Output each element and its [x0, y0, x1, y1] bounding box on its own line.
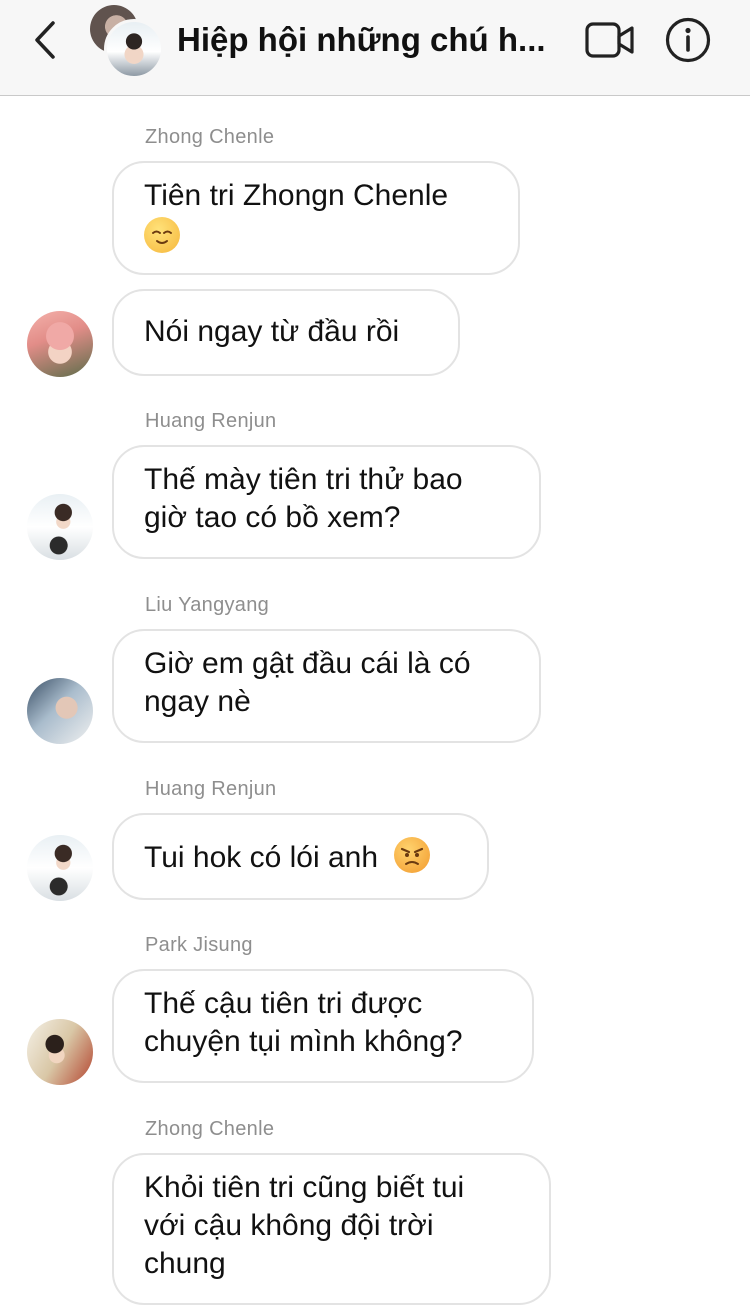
back-button[interactable] [28, 18, 62, 62]
group-avatar[interactable] [90, 5, 164, 79]
message-text-line: Thế cậu tiên tri được [144, 987, 423, 1020]
message-text-line: Thế mày tiên tri thử bao [144, 463, 463, 496]
message-text-line: với cậu không đội trời [144, 1209, 434, 1242]
angry-face-emoji [394, 837, 431, 873]
avatar-huang-renjun[interactable] [27, 494, 93, 560]
video-call-button[interactable] [584, 18, 636, 62]
avatar-huang-renjun[interactable] [27, 835, 93, 901]
message-sender: Zhong Chenle [145, 126, 275, 148]
video-camera-icon [585, 22, 634, 58]
info-icon [665, 17, 711, 63]
message-text-line: ngay nè [144, 685, 251, 718]
message-bubble[interactable]: Giờ em gật đầu cái là có ngay nè [112, 629, 541, 743]
message-text-line: Giờ em gật đầu cái là có [144, 647, 471, 680]
relieved-face-emoji [144, 217, 180, 253]
message-text-line: chuyện tụi mình không? [144, 1025, 463, 1058]
chat-header: Hiệp hội những chú h... [0, 0, 750, 96]
message-bubble[interactable]: Tiên tri Zhongn Chenle [112, 161, 520, 275]
message-bubble[interactable]: Nói ngay từ đầu rồi [112, 289, 460, 376]
message-text: Tui hok có lói anh [144, 841, 379, 874]
message-sender: Huang Renjun [145, 778, 277, 800]
message-bubble[interactable]: Thế cậu tiên tri được chuyện tụi mình kh… [112, 969, 534, 1083]
avatar-park-jisung[interactable] [27, 1019, 93, 1085]
chat-title[interactable]: Hiệp hội những chú h... [177, 18, 567, 62]
message-text-line: giờ tao có bồ xem? [144, 501, 401, 534]
info-button[interactable] [664, 16, 712, 64]
avatar-liu-yangyang[interactable] [27, 678, 93, 744]
message-text: Tiên tri Zhongn Chenle [144, 179, 449, 212]
message-text-line: chung [144, 1247, 226, 1280]
message-sender: Liu Yangyang [145, 594, 270, 616]
message-bubble[interactable]: Khỏi tiên tri cũng biết tui với cậu khôn… [112, 1153, 551, 1305]
message-bubble[interactable]: Thế mày tiên tri thử bao giờ tao có bồ x… [112, 445, 541, 559]
message-text: Nói ngay từ đầu rồi [144, 315, 400, 348]
group-avatar-front [104, 19, 164, 79]
chevron-left-icon [35, 21, 55, 59]
message-text-line: Khỏi tiên tri cũng biết tui [144, 1171, 465, 1204]
avatar-zhong-chenle[interactable] [27, 311, 93, 377]
message-sender: Huang Renjun [145, 410, 277, 432]
message-bubble[interactable]: Tui hok có lói anh [112, 813, 489, 900]
message-sender: Zhong Chenle [145, 1118, 275, 1140]
message-sender: Park Jisung [145, 934, 253, 956]
